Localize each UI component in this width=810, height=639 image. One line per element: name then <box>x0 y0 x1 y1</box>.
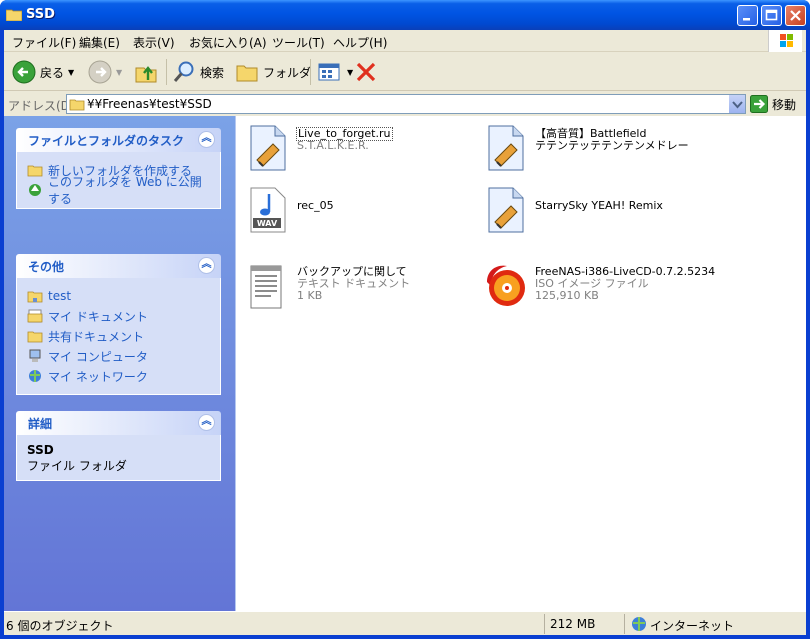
delete-x-icon <box>356 62 376 82</box>
go-button[interactable]: 移動 <box>750 94 796 114</box>
internet-zone-icon <box>632 617 646 631</box>
search-button[interactable]: 検索 <box>172 59 224 85</box>
search-label: 検索 <box>200 65 225 80</box>
details-name: SSD <box>27 443 54 457</box>
forward-arrow-icon <box>88 60 112 84</box>
address-input[interactable]: ¥¥Freenas¥test¥SSD <box>66 94 746 114</box>
tasks-panel: ファイルとフォルダのタスク ︽ 新しいフォルダを作成する このフォルダを Web … <box>16 128 221 209</box>
place-my-network[interactable]: マイ ネットワーク <box>27 366 210 386</box>
view-icon <box>318 63 340 81</box>
file-item[interactable]: StarrySky YEAH! Remix <box>483 186 663 234</box>
address-label: アドレス(D) <box>8 99 75 113</box>
minimize-button[interactable] <box>737 5 758 26</box>
go-arrow-icon <box>750 95 768 113</box>
go-label: 移動 <box>772 97 797 112</box>
winamp-icon <box>250 125 286 171</box>
status-bar: 6 個のオブジェクト 212 MB インターネット <box>4 611 806 635</box>
back-label: 戻る <box>40 65 65 80</box>
file-item[interactable]: 【高音質】Battlefield テテンテッテテンテンメドレー <box>483 124 689 172</box>
file-item[interactable]: バックアップに関して テキスト ドキュメント 1 KB <box>245 262 410 310</box>
forward-button[interactable]: ▼ <box>88 59 122 85</box>
toolbar: 戻る ▼ ▼ 検索 フォルダ ▼ <box>4 53 806 91</box>
menu-file[interactable]: ファイル(F) <box>12 34 76 51</box>
file-item[interactable]: Live_to_forget.ru S.T.A.L.K.E.R. <box>245 124 393 172</box>
menu-edit[interactable]: 編集(E) <box>79 34 120 51</box>
back-arrow-icon <box>12 60 36 84</box>
menu-favorites[interactable]: お気に入り(A) <box>189 34 267 51</box>
place-my-documents[interactable]: マイ ドキュメント <box>27 306 210 326</box>
file-item[interactable]: WAV rec_05 <box>245 186 334 234</box>
svg-text:WAV: WAV <box>257 219 278 228</box>
up-folder-icon <box>135 66 157 83</box>
my-computer-icon <box>29 349 41 362</box>
address-bar: アドレス(D) ¥¥Freenas¥test¥SSD 移動 <box>4 92 806 116</box>
views-dropdown-icon[interactable]: ▼ <box>347 68 353 77</box>
place-my-computer[interactable]: マイ コンピュータ <box>27 346 210 366</box>
collapse-chevron-icon[interactable]: ︽ <box>198 257 215 274</box>
task-pane: ファイルとフォルダのタスク ︽ 新しいフォルダを作成する このフォルダを Web … <box>4 116 235 611</box>
winamp-icon <box>488 187 524 233</box>
window-title: SSD <box>26 7 55 22</box>
tasks-panel-header[interactable]: ファイルとフォルダのタスク ︽ <box>16 128 221 152</box>
address-dropdown-button[interactable] <box>728 95 745 113</box>
forward-dropdown-icon[interactable]: ▼ <box>116 68 122 77</box>
address-value: ¥¥Freenas¥test¥SSD <box>87 97 212 111</box>
wav-icon: WAV <box>250 187 286 233</box>
menu-tools[interactable]: ツール(T) <box>272 34 325 51</box>
place-shared-documents[interactable]: 共有ドキュメント <box>27 326 210 346</box>
winamp-icon <box>488 125 524 171</box>
other-places-panel: その他 ︽ test マイ ドキュメント 共有ドキュメント マイ コンピュータ マ… <box>16 254 221 395</box>
window-body: ファイル(F) 編集(E) 表示(V) お気に入り(A) ツール(T) ヘルプ(… <box>4 30 806 635</box>
details-panel: 詳細 ︽ SSD ファイル フォルダ <box>16 411 221 481</box>
folder-tree-icon <box>236 65 258 82</box>
up-folder-button[interactable] <box>134 59 158 85</box>
status-object-count: 6 個のオブジェクト <box>6 619 114 633</box>
folders-button[interactable]: フォルダ <box>235 59 311 85</box>
details-panel-title: 詳細 <box>28 416 53 431</box>
text-document-icon <box>250 265 282 309</box>
delete-button[interactable] <box>354 59 378 85</box>
details-type: ファイル フォルダ <box>27 459 127 473</box>
file-list-view: Live_to_forget.ru S.T.A.L.K.E.R. 【高音質】Ba… <box>235 116 806 611</box>
maximize-button[interactable] <box>761 5 782 26</box>
file-item[interactable]: FreeNAS-i386-LiveCD-0.7.2.5234 ISO イメージ … <box>483 262 715 310</box>
other-panel-header[interactable]: その他 ︽ <box>16 254 221 278</box>
folder-icon <box>69 99 85 111</box>
status-size: 212 MB <box>550 617 596 631</box>
place-test[interactable]: test <box>27 286 210 306</box>
search-icon <box>173 61 194 82</box>
menu-help[interactable]: ヘルプ(H) <box>333 34 387 51</box>
menu-bar: ファイル(F) 編集(E) 表示(V) お気に入り(A) ツール(T) ヘルプ(… <box>4 30 806 52</box>
new-folder-icon <box>27 165 43 177</box>
menu-view[interactable]: 表示(V) <box>133 34 175 51</box>
folders-label: フォルダ <box>263 65 312 80</box>
collapse-chevron-icon[interactable]: ︽ <box>198 414 215 431</box>
task-publish-web[interactable]: このフォルダを Web に公開する <box>27 175 210 206</box>
network-folder-icon <box>27 291 43 303</box>
iso-disc-icon <box>487 265 525 306</box>
details-panel-header[interactable]: 詳細 ︽ <box>16 411 221 435</box>
explorer-window: SSD ファイル(F) 編集(E) 表示(V) お気に入り(A) ツール(T) … <box>0 0 810 639</box>
other-panel-title: その他 <box>28 259 65 274</box>
back-dropdown-icon[interactable]: ▼ <box>68 68 74 77</box>
back-button[interactable]: 戻る ▼ <box>12 59 74 85</box>
folder-icon <box>6 9 22 21</box>
title-bar[interactable]: SSD <box>0 0 810 30</box>
collapse-chevron-icon[interactable]: ︽ <box>198 131 215 148</box>
windows-logo-icon <box>768 30 802 52</box>
my-network-icon <box>29 370 41 382</box>
my-documents-icon <box>27 309 43 323</box>
status-zone: インターネット <box>650 619 735 633</box>
close-button[interactable] <box>785 5 806 26</box>
views-button[interactable]: ▼ <box>317 59 353 85</box>
tasks-panel-title: ファイルとフォルダのタスク <box>28 133 185 148</box>
shared-folder-icon <box>27 331 43 343</box>
globe-publish-icon <box>29 184 41 196</box>
